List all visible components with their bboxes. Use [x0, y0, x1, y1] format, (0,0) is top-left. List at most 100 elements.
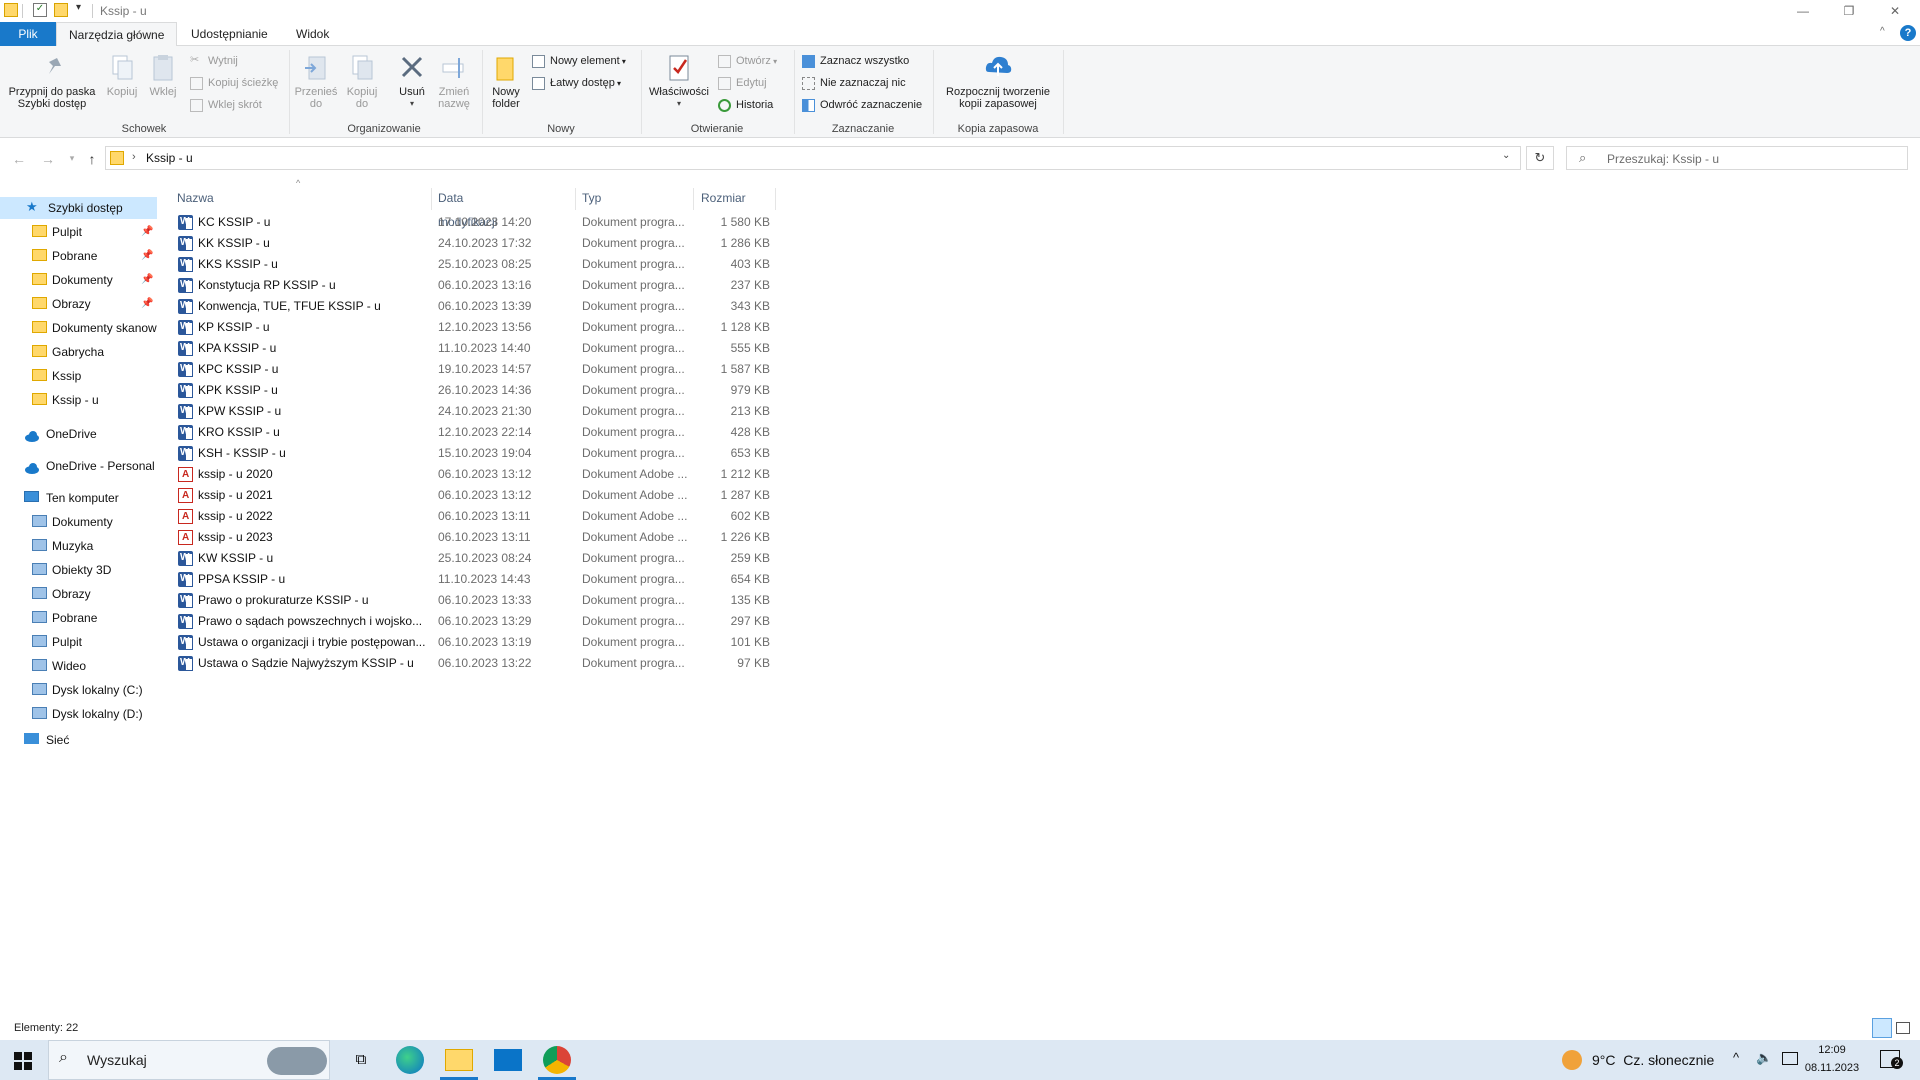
file-row[interactable]: KK KSSIP - u 24.10.2023 17:32 Dokument pro…: [172, 232, 772, 254]
file-row[interactable]: Konwencja, TUE, TFUE KSSIP - u 06.10.2023…: [172, 295, 772, 317]
file-explorer-icon[interactable]: [445, 1049, 473, 1071]
column-header-date[interactable]: Data modyfikacji: [438, 186, 497, 229]
nav-quick-item[interactable]: Dokumenty: [32, 269, 157, 291]
pin-icon[interactable]: 📌: [141, 226, 153, 237]
speaker-icon[interactable]: 🔈: [1756, 1050, 1772, 1066]
recent-locations-chevron-icon[interactable]: ▾: [62, 153, 82, 164]
cut-button[interactable]: ✂ Wytnij: [188, 52, 238, 70]
pin-icon[interactable]: 📌: [141, 298, 153, 309]
nav-onedrive[interactable]: OneDrive: [24, 423, 154, 445]
new-item-button[interactable]: Nowy element ▾: [530, 52, 626, 70]
file-row[interactable]: KW KSSIP - u 25.10.2023 08:24 Dokument pro…: [172, 547, 772, 569]
tab-view[interactable]: Widok: [284, 22, 341, 46]
column-separator[interactable]: [693, 188, 694, 210]
nav-quick-access[interactable]: ★ Szybki dostęp: [26, 197, 154, 219]
file-row[interactable]: Prawo o prokuraturze KSSIP - u 06.10.2023…: [172, 589, 772, 611]
weather-sun-icon[interactable]: [1562, 1050, 1582, 1070]
select-none-button[interactable]: Nie zaznaczaj nic: [800, 74, 906, 92]
nav-pc-item[interactable]: Dysk lokalny (D:): [32, 703, 157, 725]
minimize-button[interactable]: —: [1780, 0, 1826, 22]
help-icon[interactable]: ?: [1900, 25, 1916, 41]
nav-pc-item[interactable]: Wideo: [32, 655, 157, 677]
history-button[interactable]: Historia: [716, 96, 773, 114]
nav-pc-item[interactable]: Obrazy: [32, 583, 157, 605]
file-row[interactable]: KRO KSSIP - u 12.10.2023 22:14 Dokument pr…: [172, 421, 772, 443]
task-view-icon[interactable]: ⧉: [347, 1046, 375, 1074]
weather-text[interactable]: 9°C Cz. słonecznie: [1592, 1052, 1714, 1068]
copy-button[interactable]: Kopiuj: [104, 52, 140, 98]
taskbar-search-box[interactable]: ⌕ Wyszukaj: [48, 1040, 330, 1080]
nav-quick-item[interactable]: Dokumenty skanow: [32, 317, 157, 339]
column-header-size[interactable]: Rozmiar: [701, 186, 746, 210]
file-row[interactable]: KP KSSIP - u 12.10.2023 13:56 Dokument pro…: [172, 316, 772, 338]
notifications-icon[interactable]: 2: [1880, 1050, 1903, 1069]
select-all-button[interactable]: Zaznacz wszystko: [800, 52, 909, 70]
file-row[interactable]: KPK KSSIP - u 26.10.2023 14:36 Dokument pr…: [172, 379, 772, 401]
edit-button[interactable]: Edytuj: [716, 74, 767, 92]
nav-pc-item[interactable]: Pulpit: [32, 631, 157, 653]
tab-share[interactable]: Udostępnianie: [179, 22, 280, 46]
tab-file[interactable]: Plik: [0, 22, 56, 46]
file-row[interactable]: PPSA KSSIP - u 11.10.2023 14:43 Dokument p…: [172, 568, 772, 590]
up-arrow-icon[interactable]: ↑: [82, 151, 102, 167]
easy-access-button[interactable]: Łatwy dostęp ▾: [530, 74, 621, 92]
tab-home[interactable]: Narzędzia główne: [56, 22, 178, 47]
large-icons-view-icon[interactable]: [1896, 1022, 1910, 1034]
back-arrow-icon[interactable]: ←: [9, 151, 29, 167]
network-status-icon[interactable]: [1782, 1052, 1798, 1065]
quick-access-dropdown-icon[interactable]: ▾: [76, 2, 81, 13]
invert-selection-button[interactable]: Odwróć zaznaczenie: [800, 96, 922, 114]
properties-button[interactable]: Właściwości ▾: [646, 52, 712, 110]
nav-pc-item[interactable]: Dysk lokalny (C:): [32, 679, 157, 701]
column-separator[interactable]: [775, 188, 776, 210]
copy-path-button[interactable]: Kopiuj ścieżkę: [188, 74, 278, 92]
move-to-button[interactable]: Przenieś do: [294, 52, 338, 110]
paste-button[interactable]: Wklej: [146, 52, 180, 98]
nav-network[interactable]: Sieć: [24, 729, 154, 751]
file-row[interactable]: Ustawa o organizacji i trybie postępowan…: [172, 631, 772, 653]
file-row[interactable]: KPC KSSIP - u 19.10.2023 14:57 Dokument pr…: [172, 358, 772, 380]
start-backup-button[interactable]: Rozpocznij tworzenie kopii zapasowej: [938, 52, 1058, 110]
nav-this-pc[interactable]: Ten komputer: [24, 487, 154, 509]
nav-pc-item[interactable]: Dokumenty: [32, 511, 157, 533]
maximize-button[interactable]: ❐: [1826, 0, 1872, 22]
copy-to-button[interactable]: Kopiuj do: [340, 52, 384, 110]
nav-quick-item[interactable]: Obrazy: [32, 293, 157, 315]
edge-browser-icon[interactable]: [396, 1046, 424, 1074]
nav-pc-item[interactable]: Obiekty 3D: [32, 559, 157, 581]
file-row[interactable]: KC KSSIP - u 17.10.2023 14:20 Dokument pro…: [172, 211, 772, 233]
nav-pc-item[interactable]: Muzyka: [32, 535, 157, 557]
address-field[interactable]: › Kssip - u ⌄: [105, 146, 1521, 170]
refresh-icon[interactable]: ↻: [1526, 146, 1554, 170]
file-row[interactable]: KSH - KSSIP - u 15.10.2023 19:04 Dokument …: [172, 442, 772, 464]
nav-quick-item[interactable]: Gabrycha: [32, 341, 157, 363]
paste-shortcut-button[interactable]: Wklej skrót: [188, 96, 262, 114]
mail-icon[interactable]: [494, 1049, 522, 1071]
forward-arrow-icon[interactable]: →: [38, 151, 58, 167]
pin-icon[interactable]: 📌: [141, 274, 153, 285]
column-header-type[interactable]: Typ: [582, 186, 601, 210]
windows-start-icon[interactable]: [14, 1052, 32, 1073]
file-row[interactable]: Prawo o sądach powszechnych i wojsko... 0…: [172, 610, 772, 632]
delete-button[interactable]: Usuń ▾: [392, 52, 432, 110]
properties-quick-icon[interactable]: ✓: [33, 3, 47, 17]
pin-icon[interactable]: 📌: [141, 250, 153, 261]
nav-pc-item[interactable]: Pobrane: [32, 607, 157, 629]
nav-quick-item[interactable]: Pobrane: [32, 245, 157, 267]
file-row[interactable]: KKS KSSIP - u 25.10.2023 08:25 Dokument pr…: [172, 253, 772, 275]
close-button[interactable]: ✕: [1872, 0, 1918, 22]
nav-quick-item[interactable]: Kssip - u: [32, 389, 157, 411]
new-folder-quick-icon[interactable]: [54, 3, 68, 17]
file-row[interactable]: kssip - u 2021 06.10.2023 13:12 Dokument A…: [172, 485, 772, 506]
clock-date[interactable]: 08.11.2023: [1802, 1062, 1862, 1074]
address-dropdown-icon[interactable]: ⌄: [1502, 150, 1510, 161]
clock-time[interactable]: 12:09: [1802, 1044, 1862, 1056]
breadcrumb[interactable]: Kssip - u: [146, 151, 193, 165]
chrome-browser-icon[interactable]: [543, 1046, 571, 1074]
open-button[interactable]: Otwórz ▾: [716, 52, 777, 70]
column-header-name[interactable]: Nazwa: [177, 186, 214, 210]
nav-quick-item[interactable]: Kssip: [32, 365, 157, 387]
new-folder-button[interactable]: Nowy folder: [488, 52, 524, 110]
rename-button[interactable]: Zmień nazwę: [434, 52, 474, 110]
search-input[interactable]: ⌕ Przeszukaj: Kssip - u: [1566, 146, 1908, 170]
